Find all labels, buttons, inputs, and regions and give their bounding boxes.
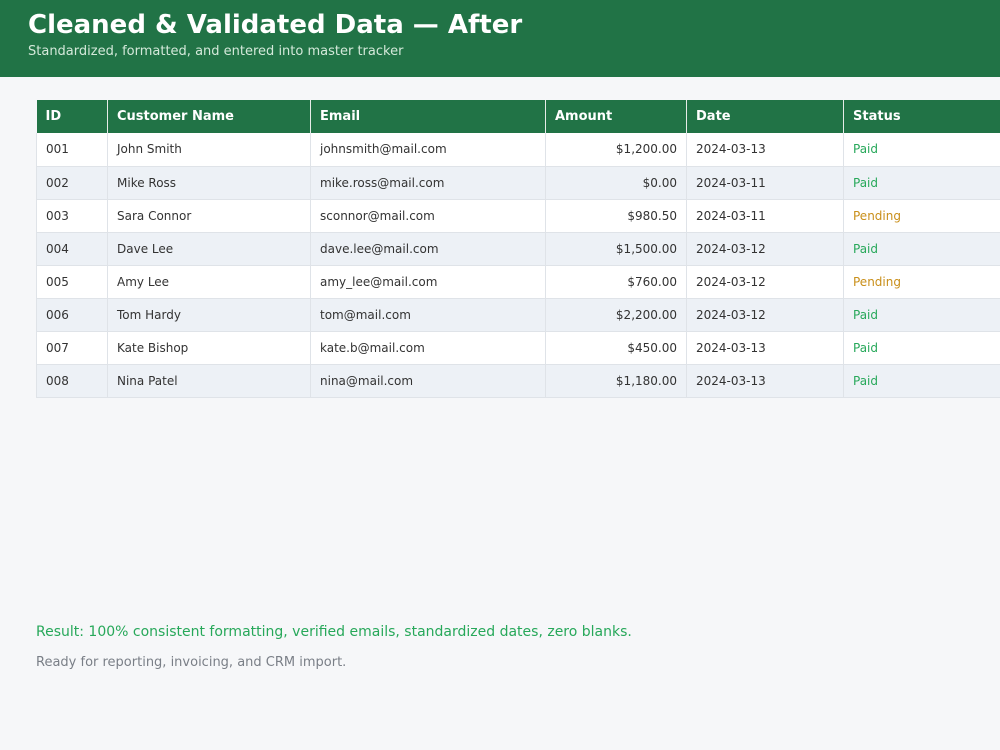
- cell-id: 008: [36, 364, 108, 398]
- column-header-email[interactable]: Email: [310, 100, 546, 133]
- cell-date: 2024-03-12: [686, 298, 844, 332]
- table-row[interactable]: 003 Sara Connor sconnor@mail.com $980.50…: [36, 199, 1000, 233]
- cell-email: amy_lee@mail.com: [310, 265, 546, 299]
- column-header-status[interactable]: Status: [843, 100, 1000, 133]
- cell-email: dave.lee@mail.com: [310, 232, 546, 266]
- cell-date: 2024-03-13: [686, 133, 844, 167]
- ready-note: Ready for reporting, invoicing, and CRM …: [36, 655, 347, 670]
- cell-status: Paid: [843, 298, 1000, 332]
- column-header-id[interactable]: ID: [36, 100, 108, 133]
- table-row[interactable]: 001 John Smith johnsmith@mail.com $1,200…: [36, 133, 1000, 167]
- table-row[interactable]: 005 Amy Lee amy_lee@mail.com $760.00 202…: [36, 265, 1000, 299]
- table-row[interactable]: 006 Tom Hardy tom@mail.com $2,200.00 202…: [36, 298, 1000, 332]
- cell-email: tom@mail.com: [310, 298, 546, 332]
- cell-email: sconnor@mail.com: [310, 199, 546, 233]
- cell-id: 001: [36, 133, 108, 167]
- cell-email: nina@mail.com: [310, 364, 546, 398]
- cell-customer-name: John Smith: [107, 133, 311, 167]
- cell-amount: $450.00: [545, 331, 687, 365]
- table-header-row: ID Customer Name Email Amount Date Statu…: [36, 100, 1000, 133]
- table-row[interactable]: 008 Nina Patel nina@mail.com $1,180.00 2…: [36, 364, 1000, 398]
- page-title: Cleaned & Validated Data — After: [28, 10, 523, 40]
- cell-amount: $1,200.00: [545, 133, 687, 167]
- cell-date: 2024-03-12: [686, 232, 844, 266]
- column-header-date[interactable]: Date: [686, 100, 844, 133]
- cell-email: johnsmith@mail.com: [310, 133, 546, 167]
- page-header: Cleaned & Validated Data — After Standar…: [0, 0, 1000, 77]
- table-row[interactable]: 007 Kate Bishop kate.b@mail.com $450.00 …: [36, 331, 1000, 365]
- result-summary: Result: 100% consistent formatting, veri…: [36, 624, 632, 640]
- cell-customer-name: Sara Connor: [107, 199, 311, 233]
- cell-status: Paid: [843, 331, 1000, 365]
- cell-amount: $980.50: [545, 199, 687, 233]
- cell-id: 006: [36, 298, 108, 332]
- cell-status: Paid: [843, 364, 1000, 398]
- cell-date: 2024-03-12: [686, 265, 844, 299]
- cell-status: Paid: [843, 232, 1000, 266]
- cell-amount: $2,200.00: [545, 298, 687, 332]
- column-header-amount[interactable]: Amount: [545, 100, 687, 133]
- cell-customer-name: Tom Hardy: [107, 298, 311, 332]
- cell-date: 2024-03-13: [686, 331, 844, 365]
- column-header-customer-name[interactable]: Customer Name: [107, 100, 311, 133]
- cell-id: 003: [36, 199, 108, 233]
- cell-date: 2024-03-13: [686, 364, 844, 398]
- cell-amount: $1,180.00: [545, 364, 687, 398]
- cell-date: 2024-03-11: [686, 166, 844, 200]
- cell-id: 002: [36, 166, 108, 200]
- cell-status: Pending: [843, 199, 1000, 233]
- cell-customer-name: Nina Patel: [107, 364, 311, 398]
- page-subtitle: Standardized, formatted, and entered int…: [28, 44, 404, 59]
- cell-status: Paid: [843, 133, 1000, 167]
- table-row[interactable]: 002 Mike Ross mike.ross@mail.com $0.00 2…: [36, 166, 1000, 200]
- data-table: ID Customer Name Email Amount Date Statu…: [36, 100, 1000, 398]
- cell-customer-name: Kate Bishop: [107, 331, 311, 365]
- table-row[interactable]: 004 Dave Lee dave.lee@mail.com $1,500.00…: [36, 232, 1000, 266]
- cell-id: 007: [36, 331, 108, 365]
- cell-amount: $1,500.00: [545, 232, 687, 266]
- cell-status: Paid: [843, 166, 1000, 200]
- cell-customer-name: Amy Lee: [107, 265, 311, 299]
- cell-amount: $0.00: [545, 166, 687, 200]
- cell-id: 005: [36, 265, 108, 299]
- cell-email: kate.b@mail.com: [310, 331, 546, 365]
- data-table-container: ID Customer Name Email Amount Date Statu…: [36, 100, 1000, 398]
- cell-status: Pending: [843, 265, 1000, 299]
- cell-customer-name: Dave Lee: [107, 232, 311, 266]
- cell-amount: $760.00: [545, 265, 687, 299]
- cell-id: 004: [36, 232, 108, 266]
- cell-date: 2024-03-11: [686, 199, 844, 233]
- cell-email: mike.ross@mail.com: [310, 166, 546, 200]
- cell-customer-name: Mike Ross: [107, 166, 311, 200]
